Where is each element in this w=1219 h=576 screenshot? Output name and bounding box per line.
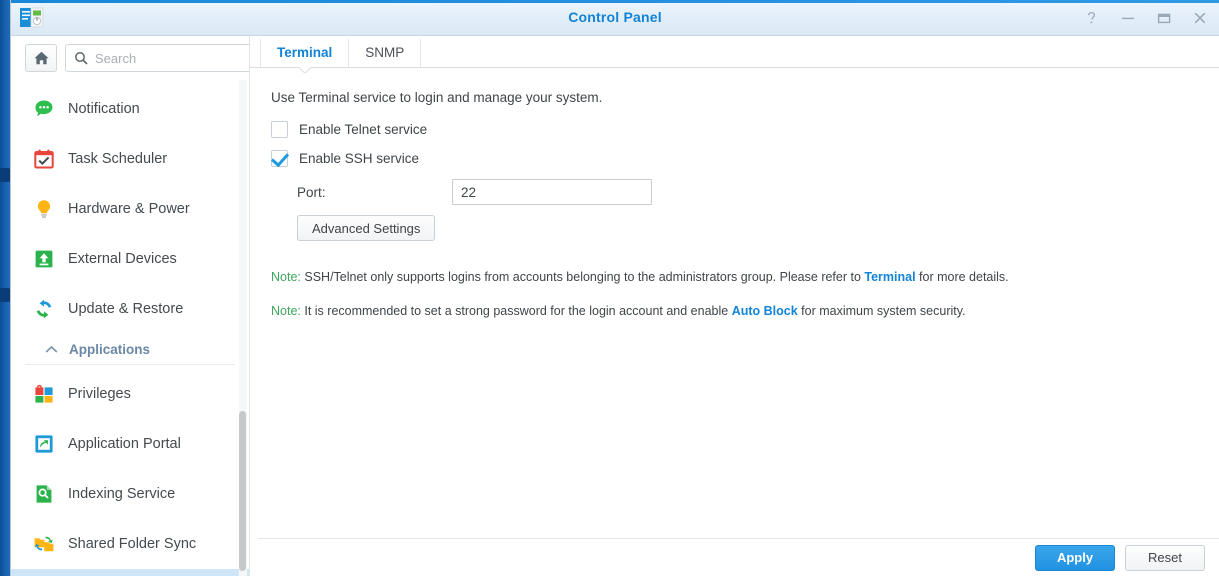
sidebar-item-task-scheduler[interactable]: Task Scheduler xyxy=(11,134,249,184)
ssh-checkbox-label: Enable SSH service xyxy=(299,151,420,166)
control-panel-window: Control Panel Search Notification Task S… xyxy=(10,0,1219,576)
sidebar-item-label: Hardware & Power xyxy=(68,201,190,217)
note-text-before: It is recommended to set a strong passwo… xyxy=(300,304,732,319)
sidebar-item-shared-folder-sync[interactable]: Shared Folder Sync xyxy=(11,519,249,569)
sidebar-item-label: Indexing Service xyxy=(68,486,176,502)
sidebar-item-notification[interactable]: Notification xyxy=(11,84,249,134)
terminal-link[interactable]: Terminal xyxy=(864,270,915,284)
home-button[interactable] xyxy=(25,44,57,72)
telnet-checkbox-label: Enable Telnet service xyxy=(299,122,428,137)
sidebar-item-label: Update & Restore xyxy=(68,301,184,317)
sidebar-item-update-restore[interactable]: Update & Restore xyxy=(11,284,249,334)
minimize-button[interactable] xyxy=(1118,8,1137,27)
tab-label: SNMP xyxy=(365,45,405,60)
apply-button[interactable]: Apply xyxy=(1035,544,1115,571)
notification-icon xyxy=(33,98,55,120)
auto-block-link[interactable]: Auto Block xyxy=(732,304,798,318)
close-button[interactable] xyxy=(1190,8,1209,27)
sidebar-item-label: Privileges xyxy=(68,386,131,402)
sidebar-item-label: Application Portal xyxy=(68,436,181,452)
active-tab-pointer xyxy=(299,67,311,73)
indexing-service-icon xyxy=(33,483,55,505)
sidebar-item-label: Task Scheduler xyxy=(68,151,168,167)
note-administrators: Note: SSH/Telnet only supports logins fr… xyxy=(271,269,1195,285)
note-text-after: for maximum system security. xyxy=(797,304,966,319)
window-controls xyxy=(1082,8,1209,27)
ssh-checkbox-row[interactable]: Enable SSH service xyxy=(271,150,1195,167)
privileges-icon xyxy=(33,383,55,405)
sidebar-item-label: Notification xyxy=(68,101,140,117)
sidebar-item-label: Shared Folder Sync xyxy=(68,536,197,552)
task-scheduler-icon xyxy=(33,148,55,170)
tab-terminal[interactable]: Terminal xyxy=(260,39,350,67)
update-restore-icon xyxy=(33,298,55,320)
help-button[interactable] xyxy=(1082,8,1101,27)
sidebar-scrollbar-thumb[interactable] xyxy=(239,411,246,571)
sidebar-item-external-devices[interactable]: External Devices xyxy=(11,234,249,284)
application-portal-icon xyxy=(33,433,55,455)
sidebar-item-indexing-service[interactable]: Indexing Service xyxy=(11,469,249,519)
telnet-checkbox-row[interactable]: Enable Telnet service xyxy=(271,121,1195,138)
sidebar-scroll-area: Notification Task Scheduler Hardware & P… xyxy=(11,80,249,576)
action-bar: Apply Reset xyxy=(258,538,1219,576)
search-box[interactable] xyxy=(65,44,249,72)
sidebar: Notification xyxy=(11,36,250,576)
terminal-settings-pane: Use Terminal service to login and manage… xyxy=(250,68,1219,320)
sidebar-nav-list: Notification Task Scheduler Hardware & P… xyxy=(11,80,249,576)
titlebar-accent-line xyxy=(11,0,1219,3)
sidebar-item-label: External Devices xyxy=(68,251,177,267)
note-text-before: SSH/Telnet only supports logins from acc… xyxy=(300,270,865,284)
sidebar-section-label: Applications xyxy=(69,342,151,357)
search-input[interactable] xyxy=(95,50,249,66)
sidebar-item-terminal-snmp[interactable]: Terminal & SNMP xyxy=(11,569,249,576)
note-tag: Note: xyxy=(271,270,301,284)
tab-label: Terminal xyxy=(277,45,333,60)
note-auto-block: Note: It is recommended to set a strong … xyxy=(271,303,1195,319)
telnet-checkbox[interactable] xyxy=(271,121,288,138)
shared-folder-sync-icon xyxy=(33,533,55,555)
note-tag: Note: xyxy=(271,304,301,319)
sidebar-section-applications[interactable]: Applications xyxy=(25,336,235,365)
maximize-button[interactable] xyxy=(1154,8,1173,27)
ssh-checkbox[interactable] xyxy=(271,150,288,167)
notes-area: Note: SSH/Telnet only supports logins fr… xyxy=(271,269,1195,320)
advanced-settings-button[interactable]: Advanced Settings xyxy=(297,215,436,241)
hardware-power-icon xyxy=(33,198,55,220)
window-title: Control Panel xyxy=(568,9,662,25)
port-input[interactable] xyxy=(452,179,652,205)
chevron-up-icon xyxy=(45,345,58,353)
home-icon xyxy=(33,51,49,65)
desktop-background-strip xyxy=(0,0,10,576)
desktop-edge-handle-top xyxy=(0,168,10,182)
note-text-after: for more details. xyxy=(915,270,1009,284)
sidebar-item-privileges[interactable]: Privileges xyxy=(11,369,249,419)
sidebar-item-hardware-power[interactable]: Hardware & Power xyxy=(11,184,249,234)
tab-bar: Terminal SNMP xyxy=(250,36,1219,68)
sidebar-item-application-portal[interactable]: Application Portal xyxy=(11,419,249,469)
control-panel-window-root: Control Panel Search Notification Task S… xyxy=(0,0,1219,576)
content-panel: Terminal SNMP Use Terminal service to lo… xyxy=(250,36,1219,576)
external-devices-icon xyxy=(33,248,55,270)
reset-button[interactable]: Reset xyxy=(1125,544,1205,571)
tab-snmp[interactable]: SNMP xyxy=(349,39,422,67)
port-label: Port: xyxy=(297,184,326,200)
pane-description: Use Terminal service to login and manage… xyxy=(271,90,603,105)
sidebar-search-row xyxy=(11,36,249,78)
window-titlebar: Control Panel xyxy=(11,0,1219,36)
search-icon xyxy=(75,52,88,65)
window-body: Notification xyxy=(11,36,1219,576)
desktop-edge-handle-bottom xyxy=(0,288,10,302)
port-row: Port: xyxy=(297,179,1195,205)
